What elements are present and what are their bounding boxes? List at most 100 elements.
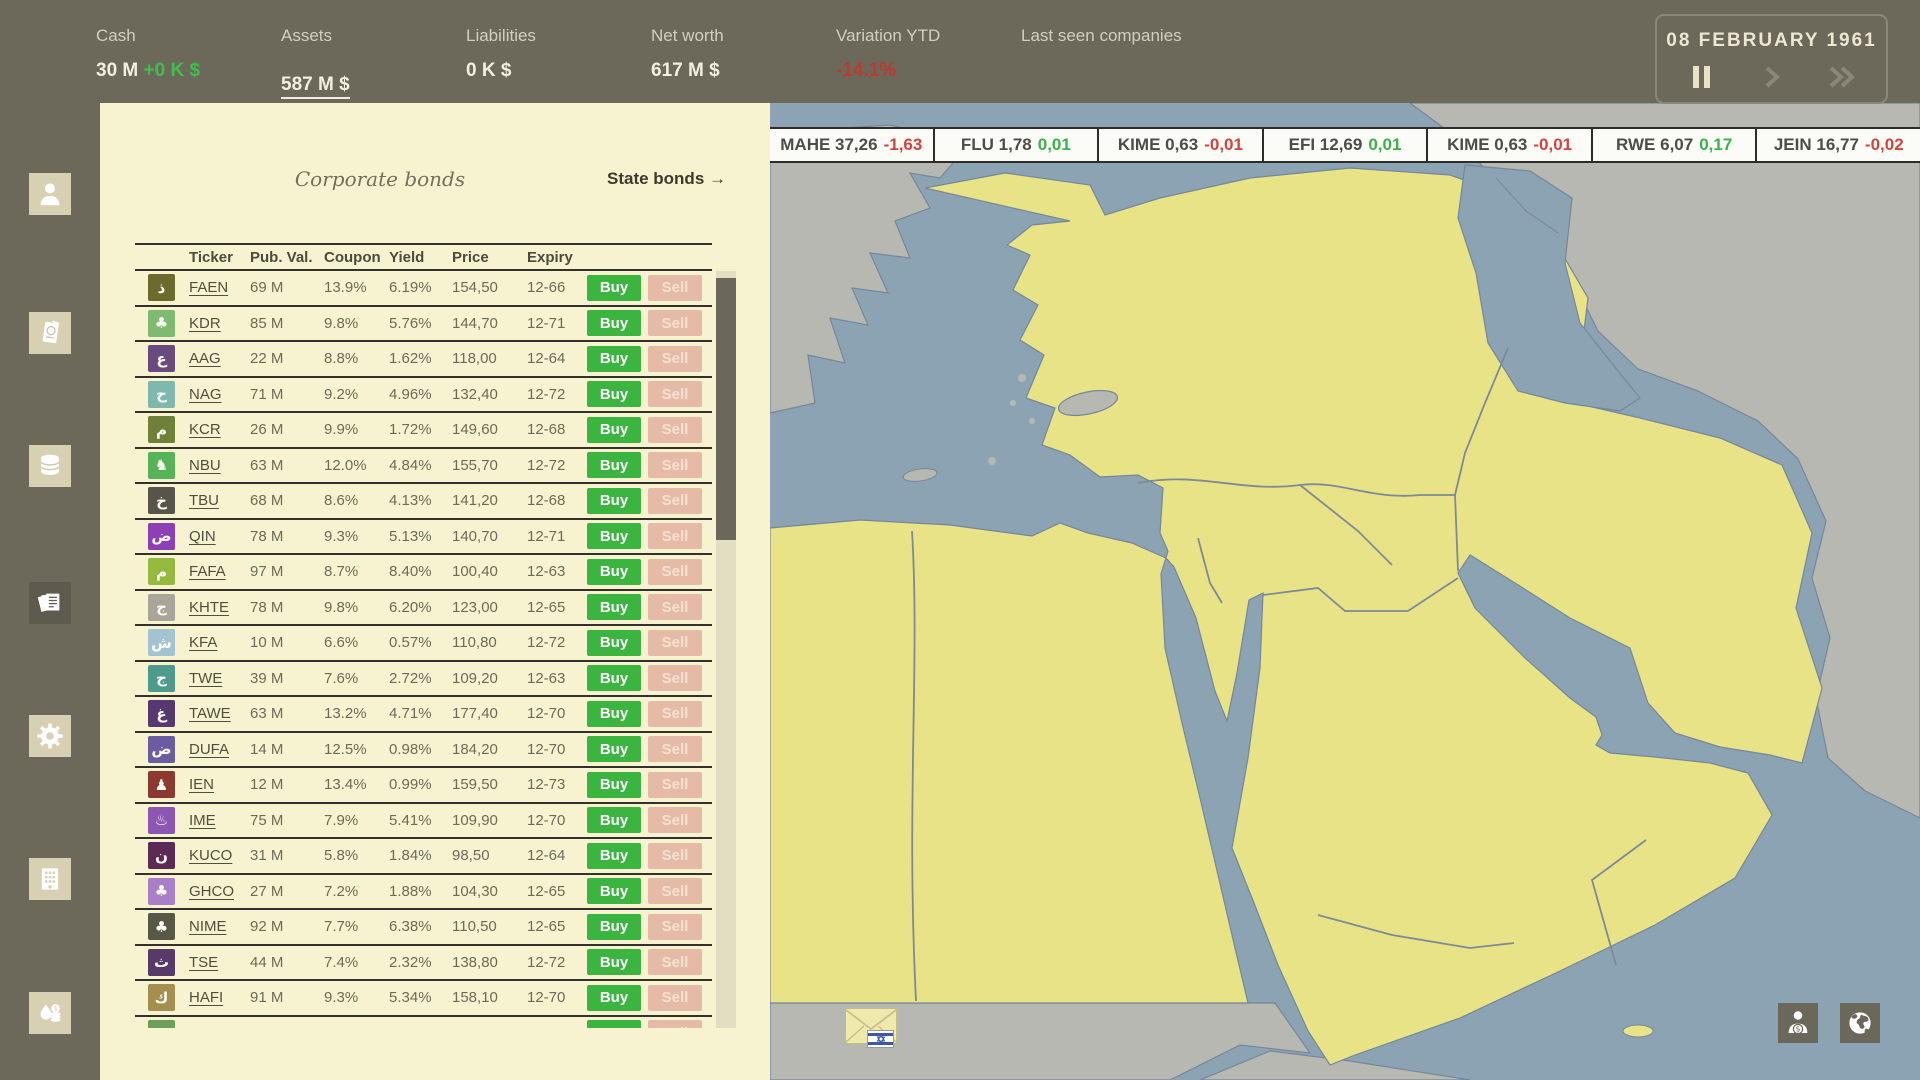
investors-button[interactable]: $: [1778, 1003, 1818, 1043]
bond-ticker-link[interactable]: FAEN: [189, 279, 250, 296]
stat-assets: Assets587 M $: [281, 0, 466, 99]
tape-company-kime[interactable]: KIME 0,63-0,01: [1097, 129, 1262, 161]
bond-ticker-link[interactable]: DUFA: [189, 741, 250, 758]
sell-button[interactable]: Sell: [648, 843, 702, 869]
buy-button[interactable]: Buy: [587, 630, 641, 656]
bond-ticker-link[interactable]: QIN: [189, 528, 250, 545]
scrollbar-thumb[interactable]: [716, 278, 736, 540]
sidebar-item-commodities[interactable]: $: [29, 992, 71, 1034]
bond-ticker-link[interactable]: KHTE: [189, 599, 250, 616]
mail-notification[interactable]: [845, 1008, 897, 1046]
buy-button[interactable]: Buy: [587, 843, 641, 869]
buy-button[interactable]: Buy: [587, 878, 641, 904]
bond-ticker-link[interactable]: NAG: [189, 386, 250, 403]
column-header-ticker: Ticker: [189, 249, 250, 266]
bond-ticker-link[interactable]: GHCO: [189, 883, 250, 900]
sell-button[interactable]: Sell: [648, 523, 702, 549]
sell-button[interactable]: Sell: [648, 594, 702, 620]
cell-expiry: 12-70: [527, 705, 587, 722]
tape-company-kime[interactable]: KIME 0,63-0,01: [1426, 129, 1591, 161]
world-map[interactable]: MAHE 37,26-1,63FLU 1,780,01KIME 0,63-0,0…: [770, 103, 1920, 1080]
buy-button[interactable]: Buy: [587, 275, 641, 301]
sell-button[interactable]: Sell: [648, 772, 702, 798]
sell-button[interactable]: Sell: [648, 949, 702, 975]
tape-company-rwe[interactable]: RWE 6,070,17: [1591, 129, 1756, 161]
buy-button[interactable]: Buy: [587, 1020, 641, 1028]
bond-ticker-link[interactable]: AAG: [189, 350, 250, 367]
stat-value[interactable]: 587 M $: [281, 60, 466, 99]
bond-ticker-link[interactable]: KUCO: [189, 847, 250, 864]
sell-button[interactable]: Sell: [648, 665, 702, 691]
sidebar-item-passport[interactable]: [29, 312, 71, 354]
buy-button[interactable]: Buy: [587, 452, 641, 478]
buy-button[interactable]: Buy: [587, 772, 641, 798]
buy-button[interactable]: Buy: [587, 523, 641, 549]
bond-ticker-link[interactable]: TBU: [189, 492, 250, 509]
buy-button[interactable]: Buy: [587, 310, 641, 336]
sidebar-item-companies[interactable]: [29, 858, 71, 900]
sell-button[interactable]: Sell: [648, 452, 702, 478]
sidebar-item-settings[interactable]: [29, 715, 71, 757]
bond-ticker-link[interactable]: KFA: [189, 634, 250, 651]
sell-button[interactable]: Sell: [648, 275, 702, 301]
bond-ticker-link[interactable]: HAFI: [189, 989, 250, 1006]
buy-button[interactable]: Buy: [587, 665, 641, 691]
buy-button[interactable]: Buy: [587, 594, 641, 620]
buy-button[interactable]: Buy: [587, 807, 641, 833]
cell-expiry: 12-70: [527, 989, 587, 1006]
state-bonds-link[interactable]: State bonds →: [607, 169, 726, 189]
bond-ticker-link[interactable]: IEN: [189, 776, 250, 793]
buy-button[interactable]: Buy: [587, 701, 641, 727]
sell-button[interactable]: Sell: [648, 1020, 702, 1028]
cell-price: 141,20: [452, 492, 527, 509]
sell-button[interactable]: Sell: [648, 381, 702, 407]
sell-button[interactable]: Sell: [648, 417, 702, 443]
buy-button[interactable]: Buy: [587, 914, 641, 940]
bond-ticker-link[interactable]: TAWE: [189, 705, 250, 722]
bond-ticker-link[interactable]: FAFA: [189, 563, 250, 580]
bond-ticker-link[interactable]: NBU: [189, 457, 250, 474]
sidebar-item-market-news[interactable]: [29, 582, 71, 624]
buy-button[interactable]: Buy: [587, 381, 641, 407]
map-svg[interactable]: [770, 103, 1920, 1080]
column-header-expiry: Expiry: [527, 249, 587, 266]
sell-button[interactable]: Sell: [648, 310, 702, 336]
tape-company-flu[interactable]: FLU 1,780,01: [933, 129, 1098, 161]
sell-button[interactable]: Sell: [648, 701, 702, 727]
sell-button[interactable]: Sell: [648, 736, 702, 762]
table-scrollbar[interactable]: [716, 271, 736, 1028]
map-socotra-island[interactable]: [1623, 1025, 1653, 1037]
buy-button[interactable]: Buy: [587, 488, 641, 514]
buy-button[interactable]: Buy: [587, 346, 641, 372]
bond-ticker-link[interactable]: NIME: [189, 918, 250, 935]
bond-ticker-link[interactable]: TSE: [189, 954, 250, 971]
buy-button[interactable]: Buy: [587, 985, 641, 1011]
sell-button[interactable]: Sell: [648, 878, 702, 904]
globe-button[interactable]: [1840, 1003, 1880, 1043]
sidebar-item-character[interactable]: [29, 173, 71, 215]
bond-ticker-link[interactable]: IME: [189, 812, 250, 829]
bond-ticker-link[interactable]: KDR: [189, 315, 250, 332]
buy-button[interactable]: Buy: [587, 949, 641, 975]
sell-button[interactable]: Sell: [648, 630, 702, 656]
tape-company-efi[interactable]: EFI 12,690,01: [1262, 129, 1427, 161]
buy-button[interactable]: Buy: [587, 736, 641, 762]
bond-ticker-link[interactable]: KCR: [189, 421, 250, 438]
sell-button[interactable]: Sell: [648, 985, 702, 1011]
sell-button[interactable]: Sell: [648, 807, 702, 833]
pause-button[interactable]: [1688, 64, 1716, 90]
sidebar-item-holdings[interactable]: [29, 445, 71, 487]
sell-button[interactable]: Sell: [648, 346, 702, 372]
fast-forward-button[interactable]: [1828, 64, 1856, 90]
tape-company-jein[interactable]: JEIN 16,77-0,02: [1755, 129, 1920, 161]
sell-button[interactable]: Sell: [648, 914, 702, 940]
buy-button[interactable]: Buy: [587, 559, 641, 585]
sell-button[interactable]: Sell: [648, 488, 702, 514]
play-button[interactable]: [1758, 64, 1786, 90]
buy-button[interactable]: Buy: [587, 417, 641, 443]
stat-label: Net worth: [651, 26, 836, 46]
sell-button[interactable]: Sell: [648, 559, 702, 585]
tape-company-mahe[interactable]: MAHE 37,26-1,63: [770, 129, 933, 161]
bond-ticker-link[interactable]: TWE: [189, 670, 250, 687]
company-logo-icon: ع: [148, 345, 175, 372]
